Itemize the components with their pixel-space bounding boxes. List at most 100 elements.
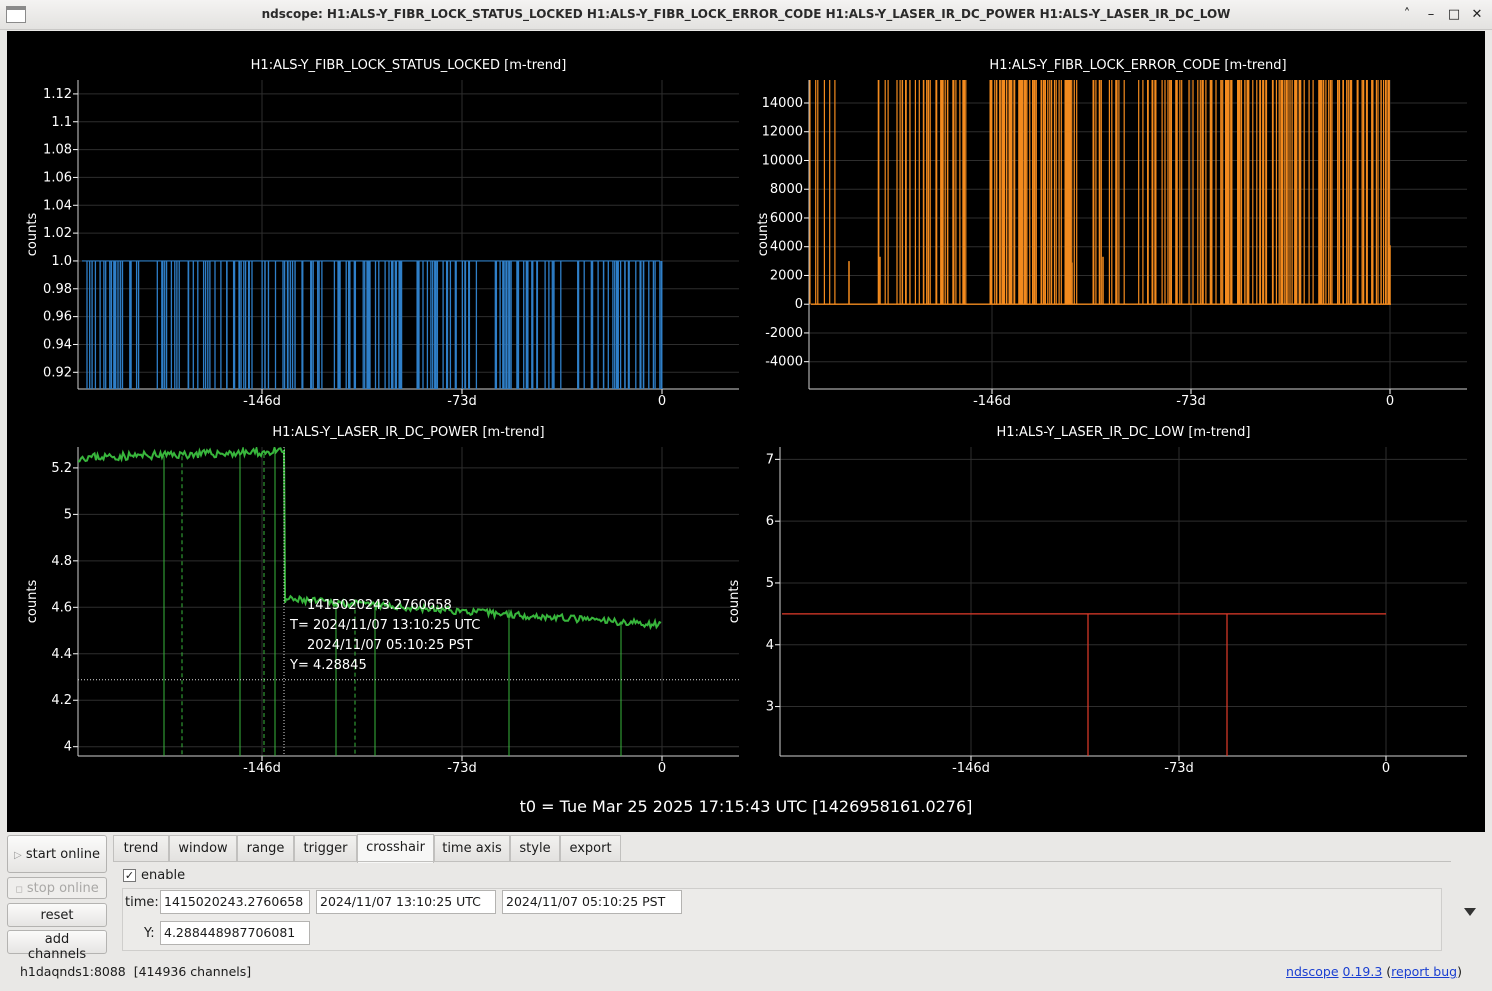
x-tick-label: 0 bbox=[1382, 761, 1390, 776]
y-tick-label: 4000 bbox=[770, 240, 803, 255]
y-tick-label: 0 bbox=[795, 297, 803, 312]
time-utc-field[interactable]: 2024/11/07 13:10:25 UTC bbox=[316, 890, 496, 914]
start-online-label: start online bbox=[25, 846, 100, 862]
tab-style[interactable]: style bbox=[510, 835, 560, 862]
y-tick-label: 2000 bbox=[770, 268, 803, 283]
y-tick-label: 5 bbox=[64, 507, 72, 522]
stop-icon: ◻ bbox=[15, 884, 23, 895]
y-tick-label: 14000 bbox=[762, 96, 803, 111]
time-pst-field[interactable]: 2024/11/07 05:10:25 PST bbox=[502, 890, 682, 914]
y-label: Y: bbox=[144, 926, 155, 941]
crosshair-readout-pst: 2024/11/07 05:10:25 PST bbox=[307, 638, 473, 653]
y-axis-label: counts bbox=[25, 213, 40, 257]
close-paren: ) bbox=[1457, 964, 1462, 979]
close-icon[interactable]: ✕ bbox=[1466, 5, 1488, 25]
tab-range[interactable]: range bbox=[237, 835, 294, 862]
tab-export[interactable]: export bbox=[560, 835, 621, 862]
x-tick-label: -73d bbox=[1164, 761, 1194, 776]
y-tick-label: 3 bbox=[766, 700, 774, 715]
plot-title: H1:ALS-Y_LASER_IR_DC_POWER [m-trend] bbox=[272, 425, 544, 440]
crosshair-readout-y: Y= 4.28845 bbox=[289, 658, 367, 673]
plot-area[interactable]: H1:ALS-Y_FIBR_LOCK_STATUS_LOCKED [m-tren… bbox=[7, 31, 1485, 832]
y-tick-label: 6000 bbox=[770, 211, 803, 226]
series-1 bbox=[82, 260, 663, 389]
maximize-icon[interactable]: □ bbox=[1443, 5, 1465, 25]
plot-1: H1:ALS-Y_FIBR_LOCK_STATUS_LOCKED [m-tren… bbox=[25, 58, 739, 409]
y-tick-label: 10000 bbox=[762, 153, 803, 168]
ndscope-link[interactable]: ndscope bbox=[1286, 964, 1339, 979]
y-tick-label: 8000 bbox=[770, 182, 803, 197]
collapse-arrow-icon[interactable] bbox=[1464, 908, 1476, 916]
y-axis-label: counts bbox=[25, 580, 40, 624]
stop-online-button[interactable]: ◻ stop online bbox=[7, 877, 107, 899]
series-2 bbox=[809, 80, 1391, 305]
time-label: time: bbox=[125, 895, 159, 910]
add-channels-button[interactable]: add channels bbox=[7, 930, 107, 962]
y-tick-label: 1.06 bbox=[43, 170, 72, 185]
y-tick-label: 1.08 bbox=[43, 143, 72, 158]
x-tick-label: -73d bbox=[1176, 394, 1206, 409]
tab-time-axis[interactable]: time axis bbox=[434, 835, 510, 862]
x-tick-label: -146d bbox=[243, 761, 281, 776]
y-value-field[interactable]: 4.288448987706081 bbox=[160, 921, 310, 945]
y-tick-label: 4 bbox=[766, 638, 774, 653]
y-axis-label: counts bbox=[727, 580, 742, 624]
plot-3: H1:ALS-Y_LASER_IR_DC_POWER [m-trend] coun… bbox=[25, 425, 739, 776]
x-tick-label: -146d bbox=[973, 394, 1011, 409]
y-tick-label: 4.4 bbox=[51, 647, 72, 662]
y-tick-label: 0.98 bbox=[43, 282, 72, 297]
keep-above-icon[interactable]: ˄ bbox=[1396, 5, 1418, 25]
y-tick-label: 4.6 bbox=[51, 600, 72, 615]
tab-window[interactable]: window bbox=[169, 835, 237, 862]
open-paren: ( bbox=[1382, 964, 1392, 979]
tab-trigger[interactable]: trigger bbox=[294, 835, 357, 862]
tab-panel-border bbox=[113, 861, 1451, 862]
y-tick-label: -2000 bbox=[765, 326, 803, 341]
title-bar: ndscope: H1:ALS-Y_FIBR_LOCK_STATUS_LOCKE… bbox=[0, 0, 1492, 30]
y-tick-label: 4 bbox=[64, 740, 72, 755]
y-tick-label: 5.2 bbox=[51, 461, 72, 476]
plot-title: H1:ALS-Y_FIBR_LOCK_STATUS_LOCKED [m-tren… bbox=[251, 58, 567, 73]
x-tick-label: 0 bbox=[1386, 394, 1394, 409]
crosshair-readout-gps: 1415020243.2760658 bbox=[307, 598, 452, 613]
y-tick-label: 12000 bbox=[762, 125, 803, 140]
y-tick-label: 1.02 bbox=[43, 226, 72, 241]
plot-title: H1:ALS-Y_FIBR_LOCK_ERROR_CODE [m-trend] bbox=[989, 58, 1286, 73]
x-tick-label: 0 bbox=[658, 394, 666, 409]
y-tick-label: 7 bbox=[766, 452, 774, 467]
x-tick-label: -146d bbox=[952, 761, 990, 776]
plot-title: H1:ALS-Y_LASER_IR_DC_LOW [m-trend] bbox=[997, 425, 1251, 440]
y-tick-label: 1.12 bbox=[43, 87, 72, 102]
y-tick-label: 0.92 bbox=[43, 365, 72, 380]
y-tick-label: -4000 bbox=[765, 355, 803, 370]
y-tick-label: 1.0 bbox=[51, 254, 72, 269]
reset-button[interactable]: reset bbox=[7, 903, 107, 927]
y-tick-label: 6 bbox=[766, 514, 774, 529]
x-tick-label: -73d bbox=[447, 394, 477, 409]
y-tick-label: 4.8 bbox=[51, 554, 72, 569]
x-tick-label: -73d bbox=[447, 761, 477, 776]
tab-crosshair[interactable]: crosshair bbox=[357, 834, 434, 863]
y-tick-label: 0.94 bbox=[43, 337, 72, 352]
report-bug-link[interactable]: report bug bbox=[1391, 964, 1457, 979]
y-tick-label: 1.04 bbox=[43, 198, 72, 213]
tab-trend[interactable]: trend bbox=[113, 835, 169, 862]
y-axis-label: counts bbox=[756, 213, 771, 257]
series-spikes bbox=[809, 80, 1390, 305]
enable-checkbox[interactable]: ✓ bbox=[123, 869, 136, 882]
plot-2: H1:ALS-Y_FIBR_LOCK_ERROR_CODE [m-trend] c… bbox=[756, 58, 1467, 409]
time-gps-field[interactable]: 1415020243.2760658 bbox=[160, 890, 310, 914]
x-tick-label: 0 bbox=[658, 761, 666, 776]
crosshair-readout-utc: T= 2024/11/07 13:10:25 UTC bbox=[289, 618, 480, 633]
play-icon: ▷ bbox=[14, 849, 22, 861]
minimize-icon[interactable]: – bbox=[1420, 5, 1442, 25]
y-tick-label: 4.2 bbox=[51, 693, 72, 708]
start-online-button[interactable]: ▷ start online bbox=[7, 835, 107, 873]
server-address: h1daqnds1:8088 bbox=[20, 964, 126, 979]
enable-label: enable bbox=[141, 868, 186, 883]
window-title: ndscope: H1:ALS-Y_FIBR_LOCK_STATUS_LOCKE… bbox=[261, 7, 1231, 21]
y-tick-label: 0.96 bbox=[43, 310, 72, 325]
y-tick-label: 5 bbox=[766, 576, 774, 591]
version-link[interactable]: 0.19.3 bbox=[1343, 964, 1383, 979]
plots-svg[interactable]: H1:ALS-Y_FIBR_LOCK_STATUS_LOCKED [m-tren… bbox=[7, 31, 1485, 832]
